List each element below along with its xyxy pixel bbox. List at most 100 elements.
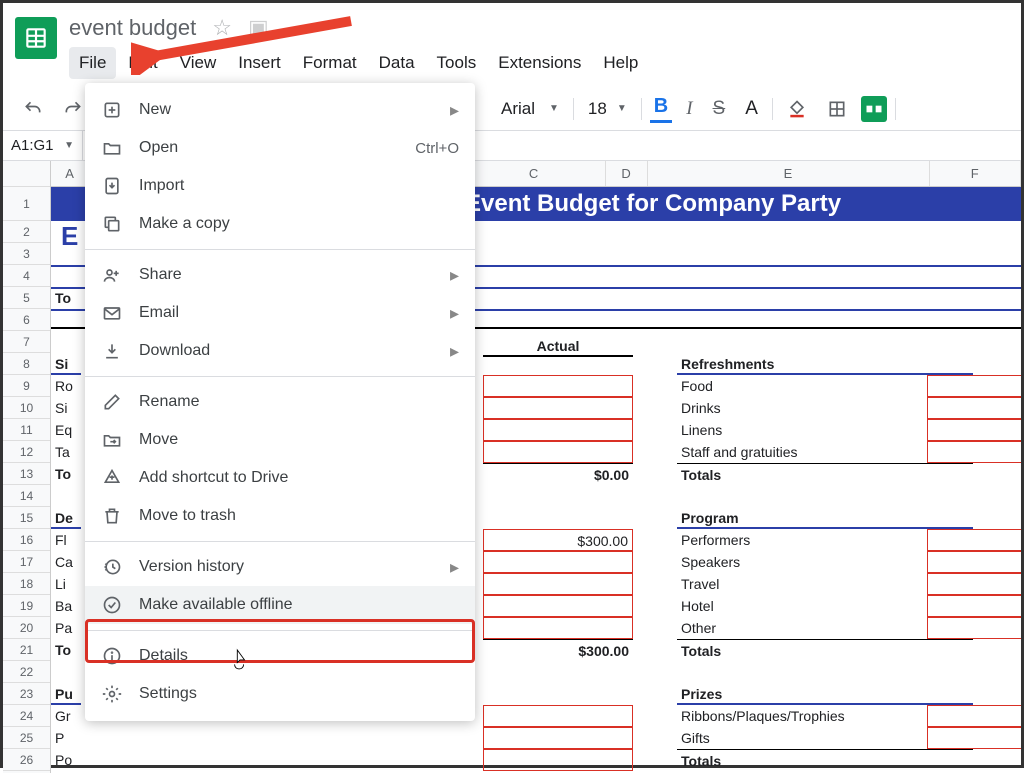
fill-color-icon[interactable]	[781, 95, 813, 123]
cell[interactable]: Other	[677, 617, 720, 639]
cell[interactable]: Fl	[51, 529, 71, 551]
cell[interactable]: Eq	[51, 419, 76, 441]
cell[interactable]: $300.00	[483, 639, 633, 661]
row-header[interactable]: 2	[3, 221, 50, 243]
cell[interactable]: Performers	[677, 529, 754, 551]
cell[interactable]: Pu	[51, 683, 81, 705]
cell[interactable]: Staff and gratuities	[677, 441, 801, 463]
menu-download[interactable]: Download ▸	[85, 332, 475, 370]
cell[interactable]: Prizes	[677, 683, 973, 705]
row-header[interactable]: 16	[3, 529, 50, 551]
row-header[interactable]: 12	[3, 441, 50, 463]
cell[interactable]: Ro	[51, 375, 77, 397]
row-header[interactable]: 9	[3, 375, 50, 397]
row-header[interactable]: 1	[3, 187, 50, 221]
menu-tools[interactable]: Tools	[427, 47, 487, 79]
cell[interactable]: To	[51, 639, 75, 661]
row-header[interactable]: 22	[3, 661, 50, 683]
cell[interactable]: Actual	[483, 335, 633, 357]
menu-trash[interactable]: Move to trash	[85, 497, 475, 535]
cell[interactable]: Totals	[677, 639, 973, 661]
cell[interactable]: De	[51, 507, 81, 529]
star-icon[interactable]: ☆	[212, 15, 232, 41]
cell[interactable]: Food	[677, 375, 717, 397]
text-color-button[interactable]: A	[739, 94, 764, 124]
font-size[interactable]: 18▼	[582, 99, 633, 119]
menu-rename[interactable]: Rename	[85, 383, 475, 421]
cell[interactable]: Ca	[51, 551, 77, 573]
menu-offline[interactable]: Make available offline	[85, 586, 475, 624]
name-box[interactable]: A1:G1▼	[3, 131, 83, 160]
cell[interactable]: Ribbons/Plaques/Trophies	[677, 705, 849, 727]
col-header[interactable]: D	[606, 161, 648, 186]
cell[interactable]: Li	[51, 573, 70, 595]
row-header[interactable]: 25	[3, 727, 50, 749]
row-header[interactable]: 10	[3, 397, 50, 419]
move-folder-icon[interactable]: ▣	[248, 15, 269, 41]
row-header[interactable]: 5	[3, 287, 50, 309]
cell[interactable]: P	[51, 727, 68, 749]
undo-icon[interactable]	[17, 95, 49, 123]
doc-title[interactable]: event budget	[69, 15, 196, 41]
cell[interactable]: Travel	[677, 573, 723, 595]
row-header[interactable]: 7	[3, 331, 50, 353]
font-selector[interactable]: Arial▼	[495, 99, 565, 119]
cell[interactable]: Program	[677, 507, 973, 529]
cell[interactable]: Refreshments	[677, 353, 973, 375]
row-header[interactable]: 21	[3, 639, 50, 661]
row-header[interactable]: 8	[3, 353, 50, 375]
strike-button[interactable]: S	[707, 94, 732, 124]
menu-settings[interactable]: Settings	[85, 675, 475, 713]
menu-insert[interactable]: Insert	[228, 47, 291, 79]
menu-edit[interactable]: Edit	[118, 47, 167, 79]
cell[interactable]: Si	[51, 353, 81, 375]
cell[interactable]: Gifts	[677, 727, 714, 749]
menu-share[interactable]: Share ▸	[85, 256, 475, 294]
merge-icon[interactable]	[861, 96, 887, 122]
cell[interactable]: Gr	[51, 705, 75, 727]
menu-new[interactable]: New ▸	[85, 91, 475, 129]
row-header[interactable]: 13	[3, 463, 50, 485]
col-header[interactable]: C	[463, 161, 606, 186]
menu-data[interactable]: Data	[369, 47, 425, 79]
menu-format[interactable]: Format	[293, 47, 367, 79]
cell[interactable]: $0.00	[483, 463, 633, 485]
row-header[interactable]: 15	[3, 507, 50, 529]
menu-view[interactable]: View	[170, 47, 227, 79]
cell[interactable]: Totals	[677, 463, 973, 485]
cell[interactable]: Pa	[51, 617, 76, 639]
col-header[interactable]: A	[51, 161, 89, 186]
row-header[interactable]: 23	[3, 683, 50, 705]
row-header[interactable]: 14	[3, 485, 50, 507]
row-header[interactable]: 20	[3, 617, 50, 639]
cell[interactable]: Ta	[51, 441, 74, 463]
row-header[interactable]: 17	[3, 551, 50, 573]
cell[interactable]: To	[51, 463, 75, 485]
row-header[interactable]: 3	[3, 243, 50, 265]
cell[interactable]: Si	[51, 397, 71, 419]
cell[interactable]: Drinks	[677, 397, 725, 419]
cell[interactable]: $300.00	[483, 529, 633, 551]
cell[interactable]: To	[51, 287, 75, 309]
cell[interactable]: Linens	[677, 419, 726, 441]
italic-button[interactable]: I	[680, 94, 698, 124]
row-header[interactable]: 6	[3, 309, 50, 331]
row-header[interactable]: 4	[3, 265, 50, 287]
menu-help[interactable]: Help	[593, 47, 648, 79]
row-header[interactable]: 19	[3, 595, 50, 617]
menu-import[interactable]: Import	[85, 167, 475, 205]
cell[interactable]: E	[57, 225, 82, 255]
menu-file[interactable]: File	[69, 47, 116, 79]
menu-copy[interactable]: Make a copy	[85, 205, 475, 243]
menu-extensions[interactable]: Extensions	[488, 47, 591, 79]
row-header[interactable]: 18	[3, 573, 50, 595]
menu-details[interactable]: Details	[85, 637, 475, 675]
cell[interactable]: Ba	[51, 595, 76, 617]
row-header[interactable]: 24	[3, 705, 50, 727]
bold-button[interactable]: B	[650, 95, 672, 123]
cell[interactable]: Speakers	[677, 551, 744, 573]
sheets-logo[interactable]	[15, 17, 57, 59]
col-header[interactable]: F	[930, 161, 1021, 186]
menu-version-history[interactable]: Version history ▸	[85, 548, 475, 586]
menu-open[interactable]: Open Ctrl+O	[85, 129, 475, 167]
